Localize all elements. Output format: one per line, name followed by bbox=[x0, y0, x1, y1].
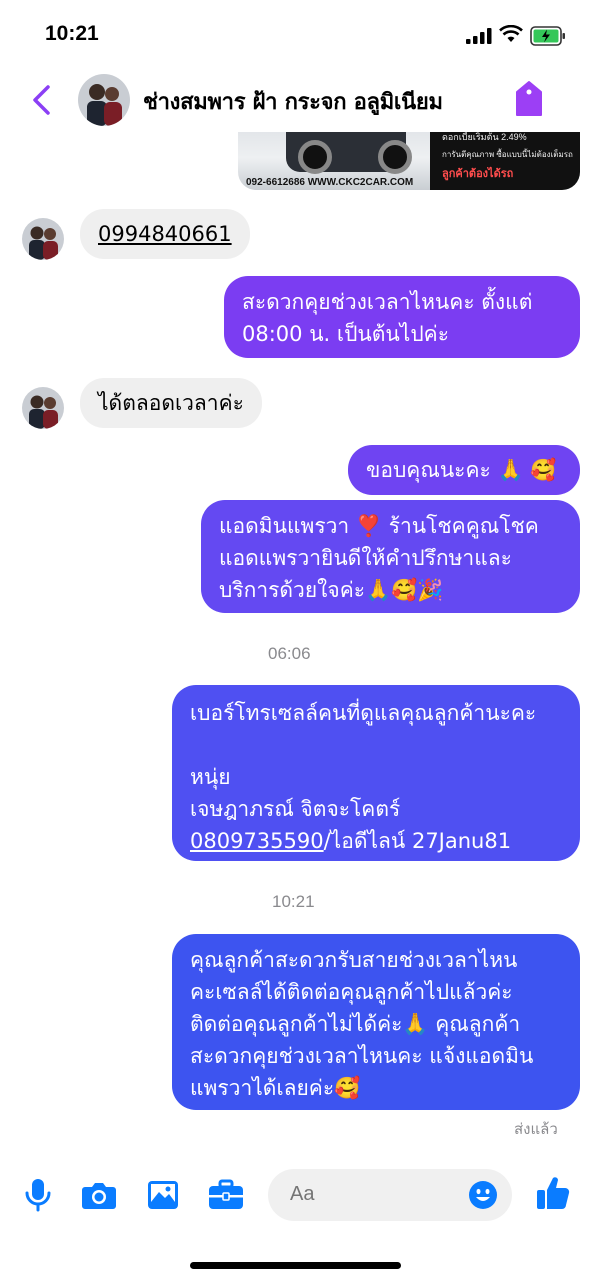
message-text: แพรวาได้เลยค่ะ🥰 bbox=[190, 1076, 361, 1100]
message-text: แอดมินแพรวา ❣️ ร้านโชคคูณโชค bbox=[219, 514, 539, 538]
message-bubble-incoming[interactable]: 0994840661 bbox=[80, 209, 250, 259]
status-time: 10:21 bbox=[45, 22, 99, 45]
contact-name[interactable]: ช่างสมพาร ฝ้า กระจก อลูมิเนียม bbox=[143, 84, 443, 119]
message-bubble-outgoing[interactable]: คุณลูกค้าสะดวกรับสายช่วงเวลาไหน คะเซลล์ไ… bbox=[172, 934, 580, 1110]
sender-avatar[interactable] bbox=[22, 387, 64, 429]
gallery-icon[interactable] bbox=[146, 1179, 180, 1211]
ad-text: ลูกค้าต้องได้รถ bbox=[442, 168, 514, 180]
message-bubble-incoming[interactable]: ได้ตลอดเวลาค่ะ bbox=[80, 378, 262, 428]
camera-icon[interactable] bbox=[81, 1180, 117, 1210]
ad-text: การันตีคุณภาพ ซื้อแบบนี้ไม่ต้องเต็มรถ bbox=[442, 150, 573, 159]
timestamp: 06:06 bbox=[268, 644, 311, 663]
message-text: ติดต่อคุณลูกค้าไม่ได้ค่ะ🙏 คุณลูกค้า bbox=[190, 1012, 521, 1036]
ad-text: ดอกเบี้ยเริ่มต้น 2.49% bbox=[442, 132, 527, 142]
message-input[interactable] bbox=[290, 1183, 450, 1206]
battery-icon bbox=[530, 26, 565, 46]
message-text: แอดแพรวายินดีให้คำปรึกษาและ bbox=[219, 546, 512, 570]
message-composer[interactable] bbox=[268, 1169, 512, 1221]
back-chevron-icon[interactable] bbox=[28, 84, 56, 116]
message-text: เจษฎาภรณ์ จิตจะโคตร์ bbox=[190, 797, 401, 821]
message-text: คุณลูกค้าสะดวกรับสายช่วงเวลาไหน bbox=[190, 948, 518, 972]
phone-number-link[interactable]: 0809735590 bbox=[190, 829, 324, 853]
like-thumb-icon[interactable] bbox=[536, 1175, 570, 1211]
wifi-icon bbox=[499, 25, 523, 42]
microphone-icon[interactable] bbox=[24, 1177, 52, 1213]
message-text: ได้ตลอดเวลาค่ะ bbox=[98, 391, 244, 415]
timestamp: 10:21 bbox=[272, 892, 315, 911]
message-bubble-outgoing[interactable]: แอดมินแพรวา ❣️ ร้านโชคคูณโชค แอดแพรวายิน… bbox=[201, 500, 580, 613]
message-text: สะดวกคุยช่วงเวลาไหนคะ แจ้งแอดมิน bbox=[190, 1044, 534, 1068]
ad-footer: 092-6612686 WWW.CKC2CAR.COM bbox=[246, 177, 414, 188]
sender-avatar[interactable] bbox=[22, 218, 64, 260]
message-text: 08:00 น. เป็นต้นไปค่ะ bbox=[242, 322, 449, 346]
message-text: สะดวกคุยช่วงเวลาไหนคะ ตั้งแต่ bbox=[242, 290, 533, 314]
chat-header: ช่างสมพาร ฝ้า กระจก อลูมิเนียม bbox=[0, 70, 591, 132]
message-text: ขอบคุณนะคะ 🙏 🥰 bbox=[366, 458, 557, 482]
phone-number-link[interactable]: 0994840661 bbox=[98, 218, 232, 250]
message-bubble-outgoing[interactable]: ขอบคุณนะคะ 🙏 🥰 bbox=[348, 445, 580, 495]
price-tag-icon[interactable] bbox=[514, 80, 544, 118]
message-text: หนุ่ย bbox=[190, 765, 231, 789]
message-text: คะเซลล์ได้ติดต่อคุณลูกค้าไปแล้วค่ะ bbox=[190, 980, 513, 1004]
briefcase-icon[interactable] bbox=[208, 1179, 244, 1211]
composer-bar bbox=[0, 1165, 591, 1225]
sent-status: ส่งแล้ว bbox=[514, 1120, 558, 1138]
home-indicator[interactable] bbox=[190, 1262, 401, 1269]
message-text-line: 0809735590/ไอดีไลน์ 27Janu81 bbox=[190, 825, 562, 857]
status-bar: 10:21 bbox=[0, 0, 591, 70]
message-text: บริการด้วยใจค่ะ🙏🥰🎉 bbox=[219, 578, 444, 602]
contact-avatar[interactable] bbox=[78, 74, 130, 126]
car-wheel bbox=[298, 140, 332, 174]
message-text: เบอร์โทรเซลล์คนที่ดูแลคุณลูกค้านะคะ bbox=[190, 701, 537, 725]
message-bubble-outgoing[interactable]: สะดวกคุยช่วงเวลาไหนคะ ตั้งแต่ 08:00 น. เ… bbox=[224, 276, 580, 358]
message-bubble-outgoing[interactable]: เบอร์โทรเซลล์คนที่ดูแลคุณลูกค้านะคะ หนุ่… bbox=[172, 685, 580, 861]
line-id-text: /ไอดีไลน์ 27Janu81 bbox=[323, 829, 512, 853]
message-text bbox=[190, 729, 562, 761]
emoji-icon[interactable] bbox=[468, 1180, 498, 1210]
car-wheel bbox=[378, 140, 412, 174]
signal-icon bbox=[466, 28, 492, 44]
